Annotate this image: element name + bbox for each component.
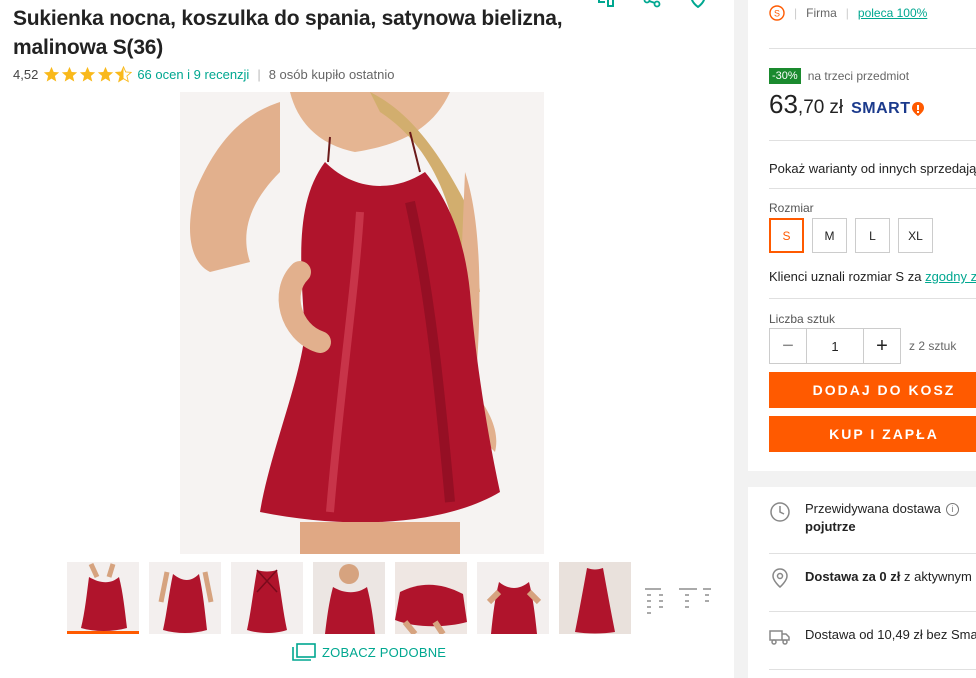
share-icon[interactable] <box>642 0 662 8</box>
size-label: Rozmiar <box>769 201 814 215</box>
delivery-box: Przewidywana dostawa i pojutrze Dostawa z… <box>748 487 976 678</box>
seller-info: S | Firma | poleca 100% <box>769 5 927 21</box>
quantity-label: Liczba sztuk <box>769 312 836 326</box>
seller-recommend-link[interactable]: poleca 100% <box>858 6 927 20</box>
thumbnail-strip <box>67 562 713 634</box>
size-fit-text: Klienci uznali rozmiar S za <box>769 269 926 284</box>
divider <box>769 48 976 49</box>
divider: | <box>845 6 849 20</box>
thumbnail[interactable] <box>559 562 631 634</box>
rating-stars <box>43 66 133 83</box>
star-icon <box>62 66 78 82</box>
delivery-free: Dostawa za 0 zł z aktywnym <box>769 567 972 589</box>
column-gap <box>734 0 748 678</box>
reviews-link[interactable]: 66 ocen i 9 recenzji <box>137 67 249 82</box>
smart-badge[interactable]: SMART <box>851 100 925 118</box>
delivery-expected-value: pojutrze <box>805 519 856 535</box>
size-option-s[interactable]: S <box>769 218 804 253</box>
delivery-expected-label: Przewidywana dostawa <box>805 501 941 516</box>
quantity-decrease-button[interactable]: − <box>770 329 806 363</box>
thumbnail[interactable] <box>67 562 139 634</box>
discount-text: na trzeci przedmiot <box>807 69 910 83</box>
product-title: Sukienka nocna, koszulka do spania, saty… <box>13 7 563 59</box>
bought-recently: 8 osób kupiło ostatnio <box>268 67 395 82</box>
truck-icon <box>769 630 790 645</box>
star-half-icon <box>115 66 133 83</box>
monitor-icon <box>292 643 316 661</box>
price-currency: zł <box>829 97 844 118</box>
size-option-m[interactable]: M <box>812 218 847 253</box>
main-product-image[interactable] <box>180 92 544 554</box>
delivery-paid-text: Dostawa od 10,49 zł bez Smar <box>805 627 976 642</box>
info-icon[interactable]: i <box>945 503 959 517</box>
delivery-expected: Przewidywana dostawa i pojutrze <box>769 501 959 534</box>
price: 63 ,70 zł SMART <box>769 89 925 120</box>
clock-icon <box>770 502 790 522</box>
buy-box: S | Firma | poleca 100% -30% na trzeci p… <box>748 0 976 471</box>
smart-label: SMART <box>851 100 911 117</box>
size-fit-info: Klienci uznali rozmiar S za zgodny z <box>769 269 976 284</box>
delivery-paid: Dostawa od 10,49 zł bez Smar <box>769 625 976 647</box>
add-to-cart-button[interactable]: DODAJ DO KOSZ <box>769 372 976 408</box>
size-fit-link[interactable]: zgodny z <box>925 269 976 284</box>
compare-icon[interactable] <box>596 0 616 8</box>
thumbnail[interactable] <box>149 562 221 634</box>
rating-value: 4,52 <box>13 67 39 82</box>
product-gallery-section: Sukienka nocna, koszulka do spania, saty… <box>0 0 734 678</box>
thumbnail[interactable] <box>231 562 303 634</box>
divider: | <box>794 6 798 20</box>
divider <box>769 298 976 299</box>
divider <box>769 188 976 189</box>
heart-icon[interactable] <box>688 0 708 9</box>
size-selector: S M L XL <box>769 218 933 253</box>
location-pin-icon <box>772 568 788 588</box>
divider <box>769 611 976 612</box>
star-icon <box>44 66 60 82</box>
price-decimal: ,70 <box>797 97 825 118</box>
size-option-l[interactable]: L <box>855 218 890 253</box>
divider <box>769 553 976 554</box>
star-icon <box>98 66 114 82</box>
product-actions <box>596 0 708 9</box>
discount-badge: -30% <box>769 68 801 84</box>
quantity-input[interactable]: 1 <box>806 329 864 363</box>
thumbnail[interactable] <box>477 562 549 634</box>
other-sellers-variants-link[interactable]: Pokaż warianty od innych sprzedają <box>769 161 976 176</box>
star-icon <box>80 66 96 82</box>
thumbnail-size-table[interactable] <box>641 562 713 634</box>
quantity-available: z 2 sztuk <box>909 339 957 353</box>
see-similar-button[interactable]: ZOBACZ PODOBNE <box>292 643 446 661</box>
discount-row: -30% na trzeci przedmiot <box>769 68 909 84</box>
seller-badge-icon: S <box>769 5 785 21</box>
size-option-xl[interactable]: XL <box>898 218 933 253</box>
divider: | <box>257 67 261 82</box>
svg-text:S: S <box>774 9 780 19</box>
divider <box>769 140 976 141</box>
price-integer: 63 <box>769 89 798 119</box>
delivery-free-bold: Dostawa za 0 zł <box>805 569 901 584</box>
thumbnail[interactable] <box>313 562 385 634</box>
delivery-free-rest: z aktywnym <box>900 569 972 584</box>
see-similar-label: ZOBACZ PODOBNE <box>322 644 447 660</box>
thumbnail[interactable] <box>395 562 467 634</box>
buy-now-button[interactable]: KUP I ZAPŁA <box>769 416 976 452</box>
quantity-increase-button[interactable]: + <box>864 329 900 363</box>
quantity-stepper: − 1 + z 2 sztuk <box>769 328 956 364</box>
seller-type: Firma <box>806 6 837 20</box>
rating-row: 4,52 66 ocen i 9 recenzji | 8 osób kupił… <box>13 66 394 83</box>
smart-pin-icon <box>912 102 925 116</box>
divider <box>769 669 976 670</box>
